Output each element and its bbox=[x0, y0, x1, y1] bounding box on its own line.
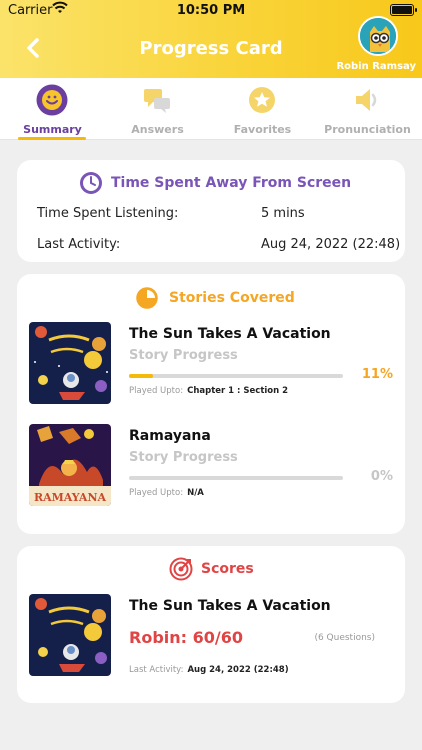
tab-label: Summary bbox=[23, 123, 82, 136]
story-subtitle: Story Progress bbox=[129, 450, 238, 465]
played-label: Played Upto: bbox=[129, 386, 184, 396]
star-icon bbox=[249, 87, 275, 113]
progress-percent: 0% bbox=[370, 469, 393, 484]
question-count: (6 Questions) bbox=[314, 633, 375, 643]
tab-answers[interactable]: Answers bbox=[105, 78, 210, 140]
time-card: Time Spent Away From Screen Time Spent L… bbox=[17, 160, 405, 262]
ramayana-cover-icon: RAMAYANA bbox=[29, 424, 111, 506]
tab-summary[interactable]: Summary bbox=[0, 78, 105, 140]
last-activity-label: Last Activity: bbox=[37, 237, 121, 252]
last-activity-value: Aug 24, 2022 (22:48) bbox=[187, 665, 289, 675]
app-header: Carrier 10:50 PM Progress Card Robin Ram… bbox=[0, 0, 422, 78]
battery-icon bbox=[390, 4, 417, 16]
listening-label: Time Spent Listening: bbox=[37, 206, 179, 221]
played-label: Played Upto: bbox=[129, 488, 184, 498]
smiley-badge-icon bbox=[36, 84, 68, 116]
progress-fill bbox=[129, 374, 153, 378]
listening-value: 5 mins bbox=[261, 206, 305, 221]
last-activity-label: Last Activity: bbox=[129, 665, 184, 675]
story-title: The Sun Takes A Vacation bbox=[129, 598, 331, 614]
played-value: N/A bbox=[187, 488, 204, 498]
tab-label: Favorites bbox=[233, 123, 292, 136]
tab-label: Pronunciation bbox=[324, 123, 411, 136]
status-bar: Carrier 10:50 PM bbox=[0, 0, 422, 22]
tab-label: Answers bbox=[131, 123, 184, 136]
progress-percent: 11% bbox=[361, 367, 393, 382]
clock: 10:50 PM bbox=[176, 3, 246, 18]
card-title: Stories Covered bbox=[169, 290, 295, 306]
list-item[interactable]: The Sun Takes A Vacation Story Progress … bbox=[29, 322, 393, 406]
progress-bar bbox=[129, 476, 343, 480]
story-thumbnail bbox=[29, 594, 111, 676]
avatar[interactable] bbox=[358, 16, 398, 56]
progress-bar bbox=[129, 374, 343, 378]
story-subtitle: Story Progress bbox=[129, 348, 238, 363]
score-value: Robin: 60/60 bbox=[129, 628, 243, 647]
story-title: The Sun Takes A Vacation bbox=[129, 326, 331, 342]
chat-bubbles-icon bbox=[144, 89, 170, 113]
speaker-icon bbox=[356, 89, 377, 111]
cover-banner: RAMAYANA bbox=[34, 491, 107, 504]
card-title: Scores bbox=[201, 561, 254, 577]
card-title: Time Spent Away From Screen bbox=[111, 175, 352, 191]
last-activity: Last Activity: Aug 24, 2022 (22:48) bbox=[129, 665, 289, 675]
story-title: Ramayana bbox=[129, 428, 211, 444]
tab-favorites[interactable]: Favorites bbox=[210, 78, 315, 140]
target-icon bbox=[169, 557, 193, 581]
tab-bar: Summary Answers Favorites Pronunciation bbox=[0, 78, 422, 140]
stories-card: Stories Covered The Sun Takes A Vacation… bbox=[17, 274, 405, 534]
scores-card: Scores The Sun Takes A Vacation Robin: 6… bbox=[17, 546, 405, 703]
user-name: Robin Ramsay bbox=[336, 61, 416, 72]
pie-progress-icon bbox=[136, 287, 158, 309]
played-value: Chapter 1 : Section 2 bbox=[187, 386, 289, 396]
list-item[interactable]: RAMAYANA Ramayana Story Progress 0% Play… bbox=[29, 424, 393, 508]
played-upto: Played Upto: N/A bbox=[129, 488, 204, 498]
tab-pronunciation[interactable]: Pronunciation bbox=[315, 78, 420, 140]
sun-vacation-cover-icon bbox=[29, 594, 111, 676]
sun-vacation-cover-icon bbox=[29, 322, 111, 404]
last-activity-value: Aug 24, 2022 (22:48) bbox=[261, 237, 401, 252]
story-thumbnail: RAMAYANA bbox=[29, 424, 111, 506]
story-thumbnail bbox=[29, 322, 111, 404]
played-upto: Played Upto: Chapter 1 : Section 2 bbox=[129, 386, 288, 396]
